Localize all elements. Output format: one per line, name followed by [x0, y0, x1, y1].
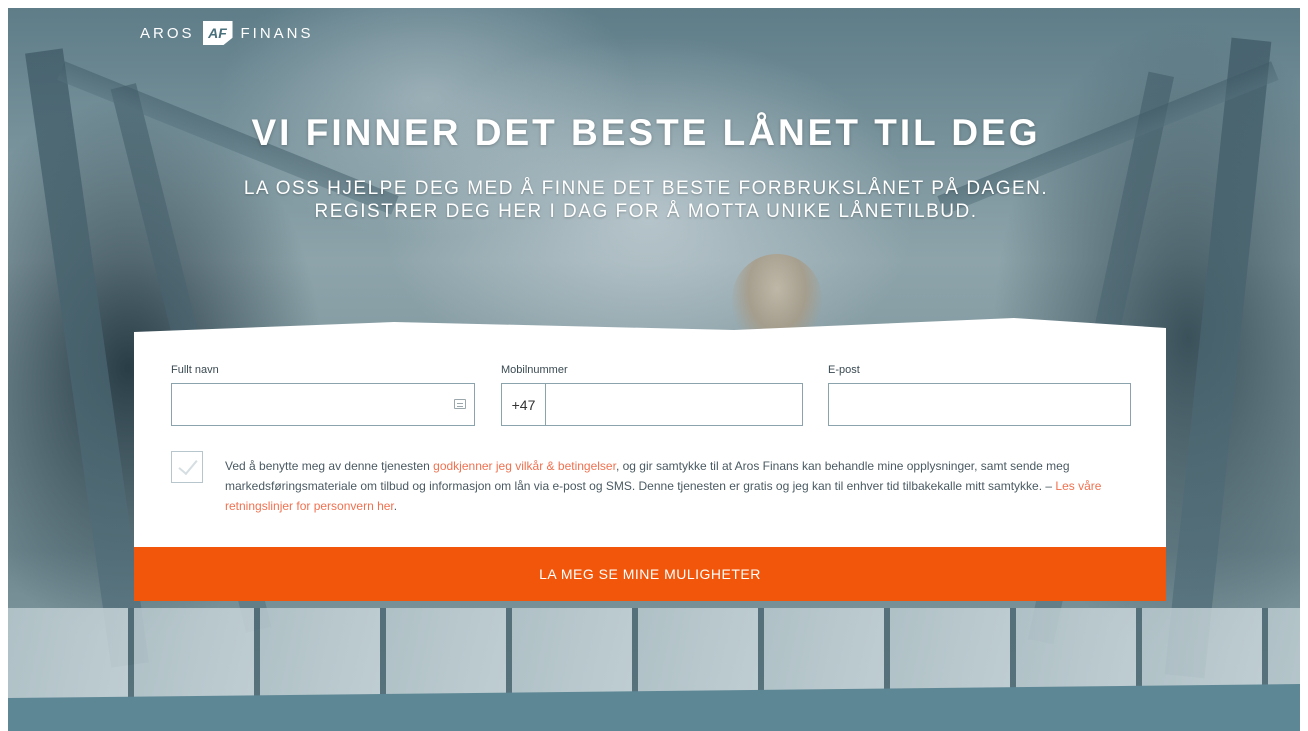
full-name-field[interactable] — [171, 383, 475, 426]
registration-card — [134, 318, 1166, 552]
consent-text-after: . — [393, 499, 398, 513]
hero-subhead-line-1: LA OSS HJELPE DEG MED Å FINNE DET BESTE … — [243, 178, 1049, 199]
mobile-input[interactable] — [546, 384, 802, 425]
mobile-label: Mobilnummer — [501, 364, 568, 376]
consent-text-before: Ved å benytte meg av denne tjenesten — [225, 459, 434, 473]
brand-name-left: AROS — [140, 24, 195, 42]
contact-card-icon — [454, 399, 466, 409]
terms-link[interactable]: godkjenner jeg vilkår & betingelser — [433, 459, 616, 473]
logo-mark-icon: AF — [202, 21, 233, 45]
country-code-prefix: +47 — [502, 384, 546, 425]
brand-logo[interactable]: AROS AF FINANS — [140, 20, 314, 46]
full-name-label: Fullt navn — [171, 364, 219, 376]
hero-headline: VI FINNER DET BESTE LÅNET TIL DEG — [251, 112, 1041, 153]
consent-text: Ved å benytte meg av denne tjenesten god… — [225, 456, 1125, 516]
email-field[interactable] — [828, 383, 1131, 426]
brand-name-right: FINANS — [240, 24, 314, 42]
hero-subhead-line-2: REGISTRER DEG HER I DAG FOR Å MOTTA UNIK… — [314, 201, 978, 222]
email-label: E-post — [828, 364, 860, 376]
email-input[interactable] — [829, 384, 1130, 425]
consent-checkbox[interactable] — [171, 451, 203, 483]
hero-subhead: LA OSS HJELPE DEG MED Å FINNE DET BESTE … — [0, 177, 1292, 223]
full-name-input[interactable] — [172, 384, 474, 425]
mobile-field[interactable]: +47 — [501, 383, 803, 426]
submit-button[interactable]: LA MEG SE MINE MULIGHETER — [134, 547, 1166, 601]
